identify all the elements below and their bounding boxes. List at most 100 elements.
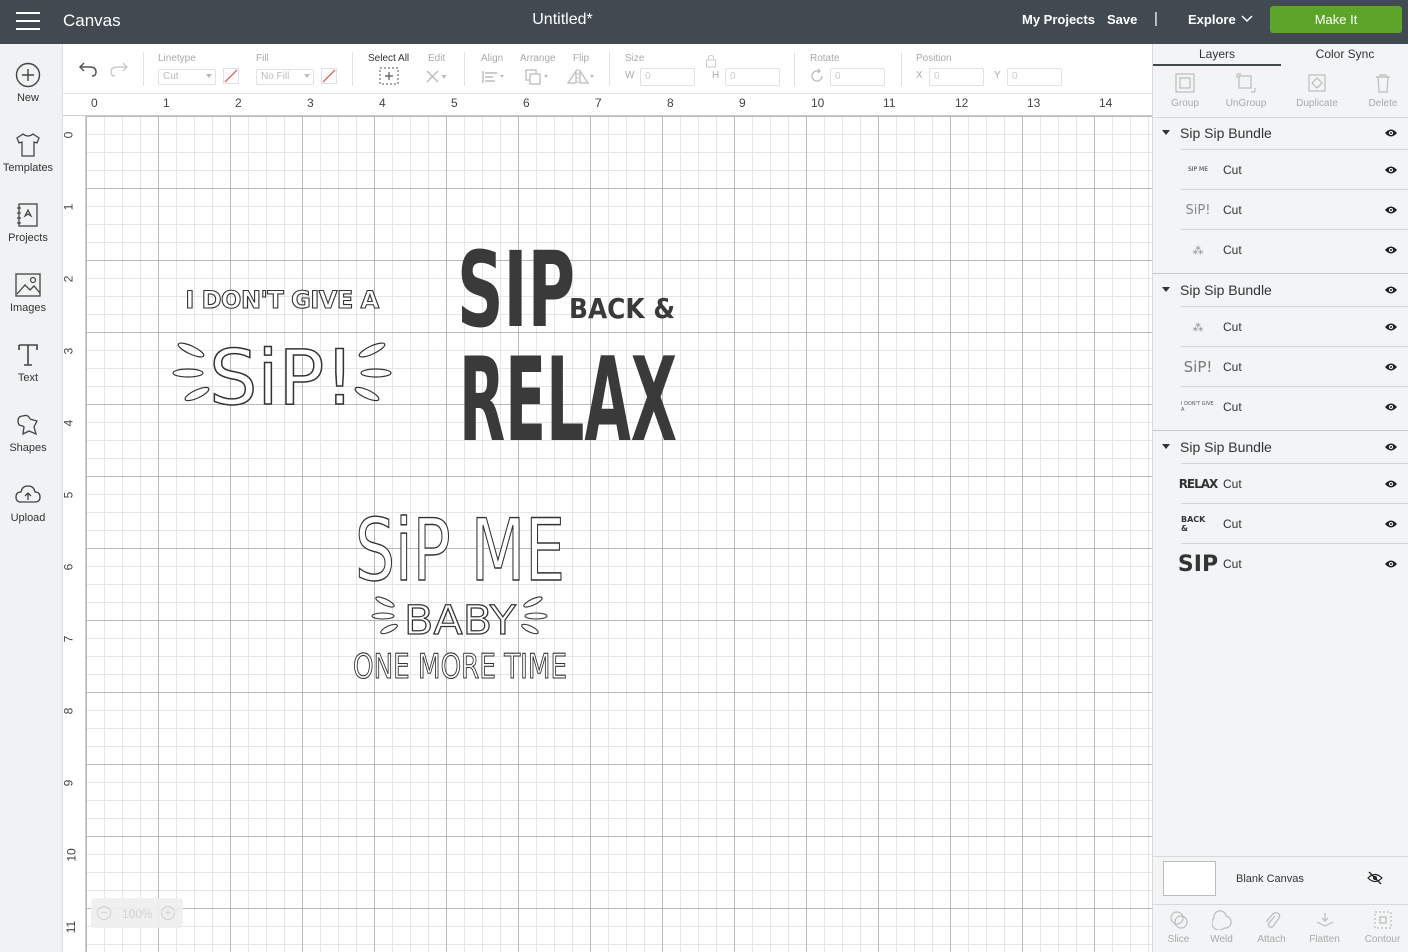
- eye-icon[interactable]: [1384, 362, 1398, 372]
- undo-icon[interactable]: [78, 60, 98, 78]
- edit-toolbar: Linetype Cut Fill No Fill Select All Edi…: [63, 44, 1152, 94]
- canvas-color-swatch[interactable]: [1163, 861, 1216, 896]
- left-sidebar: New Templates Projects Images Text Shape…: [0, 44, 63, 952]
- fill-color-icon[interactable]: [321, 68, 337, 84]
- text-button[interactable]: Text: [0, 342, 56, 402]
- flatten-button[interactable]: Flatten: [1299, 905, 1350, 952]
- ruler-x-tick: 14: [1099, 96, 1113, 110]
- layer-row[interactable]: ⁂ Cut: [1181, 306, 1408, 346]
- delete-button[interactable]: Delete: [1351, 66, 1408, 118]
- layer-row[interactable]: BACK & Cut: [1181, 503, 1408, 543]
- zoom-out-button[interactable]: −: [97, 906, 111, 920]
- my-projects-link[interactable]: My Projects: [1022, 12, 1095, 27]
- toolbar-divider: [143, 52, 144, 86]
- make-it-button[interactable]: Make It: [1270, 6, 1402, 33]
- design-sip-me-baby[interactable]: SiP ME BABY ONE MORE TIME: [347, 496, 573, 688]
- layer-row[interactable]: SIP Cut: [1178, 543, 1408, 583]
- layer-row[interactable]: SIP ME Cut: [1181, 149, 1408, 189]
- eye-icon[interactable]: [1384, 402, 1398, 412]
- eye-icon[interactable]: [1384, 442, 1398, 452]
- layer-group[interactable]: Sip Sip Bundle: [1153, 274, 1408, 306]
- x-input[interactable]: 0: [929, 68, 984, 86]
- new-button[interactable]: New: [0, 62, 56, 122]
- contour-button[interactable]: Contour: [1357, 905, 1408, 952]
- eye-icon[interactable]: [1384, 165, 1398, 175]
- eye-icon[interactable]: [1384, 205, 1398, 215]
- cloud-upload-icon: [15, 485, 41, 503]
- ruler-y-tick: 2: [63, 276, 75, 283]
- attach-button[interactable]: Attach: [1246, 905, 1297, 952]
- ruler-x-tick: 13: [1027, 96, 1041, 110]
- templates-button[interactable]: Templates: [0, 132, 56, 192]
- tab-layers[interactable]: Layers: [1153, 44, 1281, 66]
- zoom-in-button[interactable]: +: [161, 906, 175, 920]
- design-dont-give-a-sip[interactable]: I DON'T GIVE A SiP!: [169, 266, 395, 416]
- select-all-label: Select All: [368, 53, 410, 64]
- align-icon[interactable]: [481, 69, 507, 85]
- eye-icon[interactable]: [1384, 128, 1398, 138]
- dropdown-arrow-icon: [304, 74, 310, 78]
- layer-thumbnail: ⁂: [1192, 243, 1204, 257]
- design-sip-back-relax[interactable]: SIP BACK & RELAX: [453, 224, 683, 446]
- layer-row[interactable]: RELAX Cut: [1179, 463, 1408, 503]
- weld-button[interactable]: Weld: [1196, 905, 1247, 952]
- lock-icon[interactable]: [705, 54, 717, 68]
- eye-icon[interactable]: [1384, 519, 1398, 529]
- header-separator: |: [1154, 10, 1158, 27]
- eye-icon[interactable]: [1384, 559, 1398, 569]
- images-label: Images: [9, 302, 47, 314]
- eye-hidden-icon[interactable]: [1367, 871, 1383, 885]
- layer-thumbnail: BACK &: [1181, 515, 1206, 533]
- toolbar-divider: [794, 52, 795, 86]
- redo-icon[interactable]: [109, 60, 129, 78]
- height-input[interactable]: 0: [725, 68, 780, 86]
- save-link[interactable]: Save: [1107, 12, 1137, 27]
- group-button[interactable]: Group: [1153, 66, 1217, 118]
- edit-label: Edit: [428, 53, 446, 64]
- flip-icon[interactable]: [566, 68, 596, 86]
- collapse-triangle-icon[interactable]: [1162, 130, 1170, 135]
- layer-group[interactable]: Sip Sip Bundle: [1153, 431, 1408, 463]
- chevron-down-icon[interactable]: [1240, 11, 1254, 25]
- eye-icon[interactable]: [1384, 245, 1398, 255]
- layer-thumbnail: SIP ME: [1187, 166, 1209, 173]
- ungroup-button[interactable]: UnGroup: [1214, 66, 1278, 118]
- images-button[interactable]: Images: [0, 272, 56, 332]
- projects-button[interactable]: Projects: [0, 202, 56, 262]
- eye-icon[interactable]: [1384, 285, 1398, 295]
- tab-color-sync[interactable]: Color Sync: [1281, 44, 1408, 66]
- collapse-triangle-icon[interactable]: [1162, 444, 1170, 449]
- fill-select[interactable]: No Fill: [256, 69, 314, 85]
- duplicate-button[interactable]: Duplicate: [1285, 66, 1349, 118]
- layer-group[interactable]: Sip Sip Bundle: [1153, 117, 1408, 149]
- arrange-icon[interactable]: [524, 68, 552, 86]
- fill-label: Fill: [256, 53, 269, 64]
- upload-button[interactable]: Upload: [0, 482, 56, 542]
- layer-row[interactable]: I DON'T GIVE A Cut: [1181, 386, 1408, 426]
- select-all-icon[interactable]: [379, 67, 399, 85]
- ruler-x-tick: 7: [595, 96, 602, 110]
- ruler-x-tick: 6: [523, 96, 530, 110]
- trash-icon: [1376, 74, 1390, 93]
- eye-icon[interactable]: [1384, 322, 1398, 332]
- layer-row[interactable]: ⁂ Cut: [1181, 229, 1408, 269]
- flip-label: Flip: [573, 53, 590, 64]
- y-input[interactable]: 0: [1007, 68, 1062, 86]
- rotate-input[interactable]: 0: [830, 68, 885, 86]
- paperclip-icon: [1265, 912, 1280, 928]
- edit-scissors-icon[interactable]: [424, 67, 448, 85]
- document-title[interactable]: Untitled*: [0, 11, 1125, 29]
- blank-canvas-row[interactable]: Blank Canvas: [1153, 856, 1408, 904]
- collapse-triangle-icon[interactable]: [1162, 287, 1170, 292]
- width-input[interactable]: 0: [640, 68, 695, 86]
- ruler-x-tick: 5: [451, 96, 458, 110]
- linetype-select[interactable]: Cut: [158, 69, 216, 85]
- layer-row[interactable]: SiP! Cut: [1181, 346, 1408, 386]
- linetype-color-icon[interactable]: [223, 68, 239, 84]
- shapes-button[interactable]: Shapes: [0, 412, 56, 472]
- design-canvas[interactable]: 01234567891011121314 01234567891011 I DO…: [63, 94, 1152, 952]
- explore-menu[interactable]: Explore: [1188, 12, 1236, 27]
- eye-icon[interactable]: [1384, 479, 1398, 489]
- layer-row[interactable]: SiP! Cut: [1181, 189, 1408, 229]
- layer-thumbnail: I DON'T GIVE A: [1181, 401, 1214, 413]
